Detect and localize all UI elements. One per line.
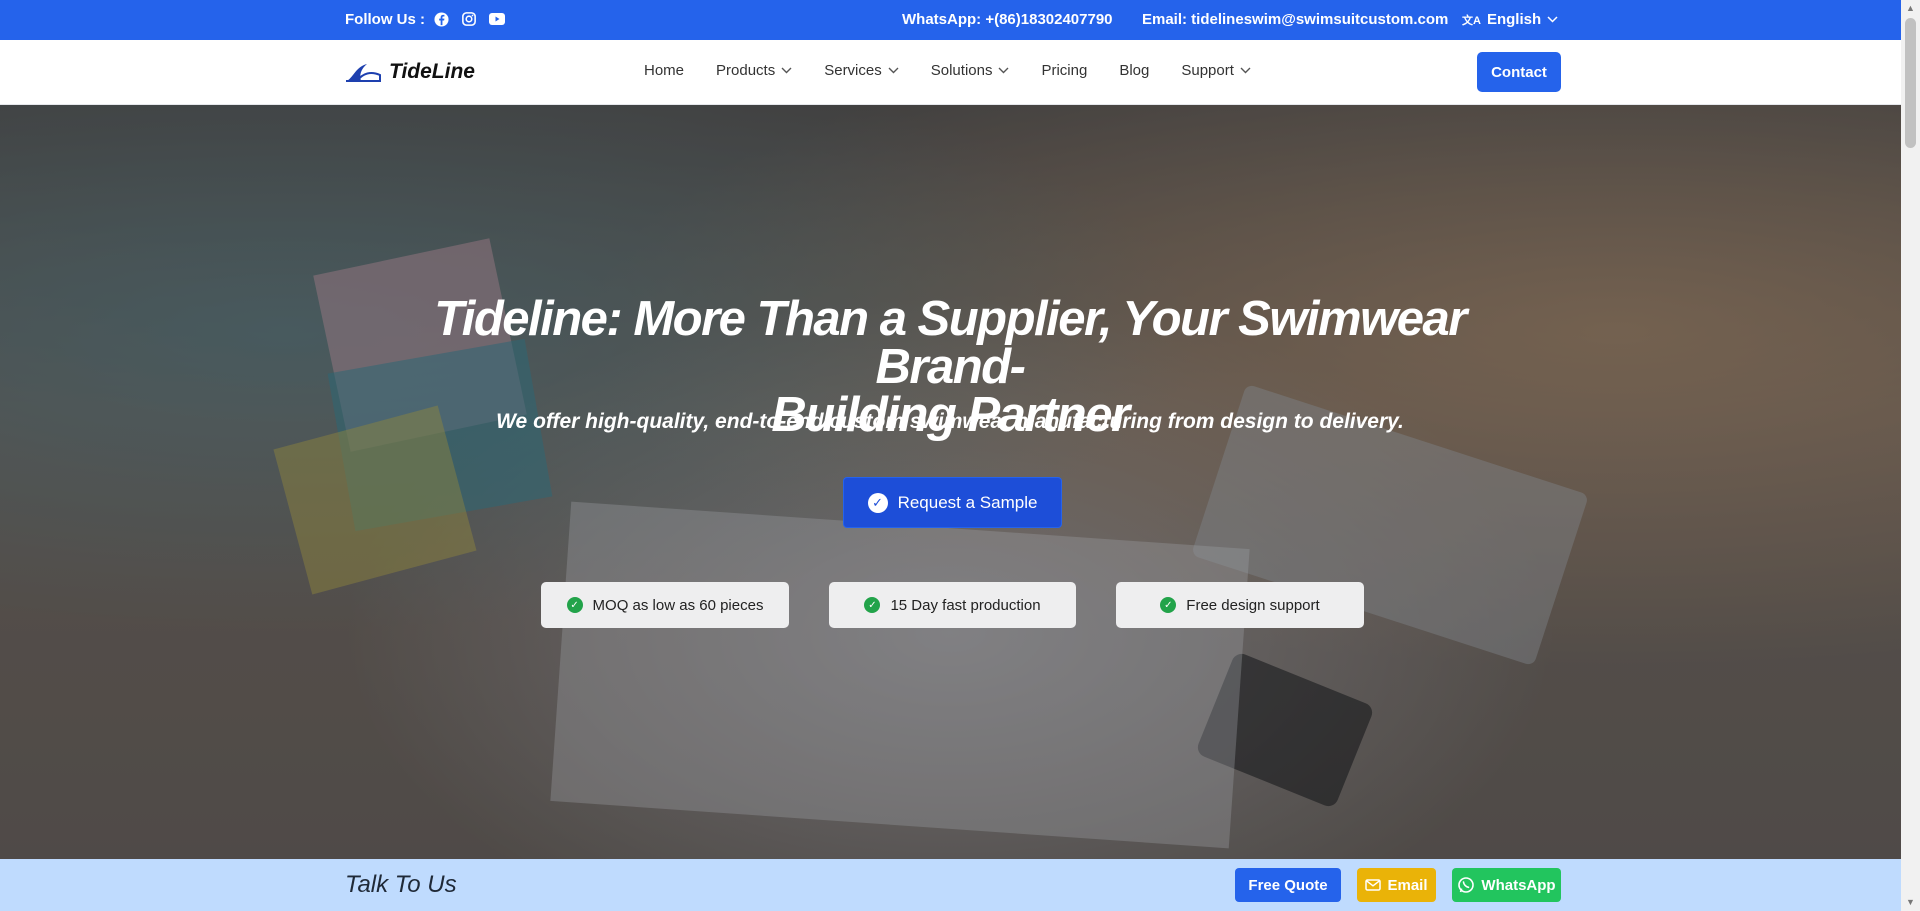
top-bar: Follow Us : WhatsApp: +(86)18302407790 E…: [0, 0, 1901, 40]
nav-label: Blog: [1119, 62, 1150, 79]
request-sample-button[interactable]: ✓ Request a Sample: [843, 477, 1062, 528]
nav-item-solutions[interactable]: Solutions: [931, 62, 1010, 79]
feature-badge-label: 15 Day fast production: [890, 596, 1041, 614]
nav-label: Solutions: [930, 62, 993, 79]
whatsapp-contact[interactable]: WhatsApp: +(86)18302407790: [902, 11, 1113, 28]
nav-label: Services: [824, 62, 882, 79]
chevron-down-icon: [888, 67, 899, 74]
wave-logo-icon: [346, 64, 381, 82]
language-label: English: [1486, 11, 1542, 28]
whatsapp-button[interactable]: WhatsApp: [1452, 868, 1561, 902]
talk-to-us-bar: Talk To Us Free Quote Email WhatsApp: [0, 859, 1901, 911]
email-button-label: Email: [1387, 876, 1428, 894]
email-button[interactable]: Email: [1357, 868, 1436, 902]
instagram-icon[interactable]: [461, 11, 477, 27]
check-circle-icon: ✓: [864, 597, 881, 613]
whatsapp-icon: [1458, 877, 1475, 893]
envelope-icon: [1365, 879, 1382, 891]
feature-badge: ✓ MOQ as low as 60 pieces: [541, 582, 789, 628]
nav-item-blog[interactable]: Blog: [1119, 62, 1149, 79]
facebook-icon[interactable]: [433, 11, 449, 27]
page-scrollbar[interactable]: ▲ ▼: [1901, 0, 1920, 911]
nav-item-support[interactable]: Support: [1181, 62, 1251, 79]
brand-logo[interactable]: TideLine: [345, 60, 475, 84]
translate-icon: 文A: [1462, 14, 1481, 27]
chevron-down-icon: [1240, 67, 1251, 74]
nav-label: Pricing: [1041, 62, 1088, 79]
feature-badge-label: MOQ as low as 60 pieces: [592, 596, 764, 614]
nav-item-services[interactable]: Services: [824, 62, 899, 79]
chevron-down-icon: [781, 67, 792, 74]
feature-badge-label: Free design support: [1186, 596, 1320, 614]
check-circle-icon: ✓: [566, 597, 583, 613]
hero-section: Tideline: More Than a Supplier, Your Swi…: [0, 105, 1901, 859]
chevron-down-icon: [1547, 16, 1558, 23]
free-quote-button[interactable]: Free Quote: [1235, 868, 1341, 902]
check-circle-icon: ✓: [1160, 597, 1177, 613]
nav-label: Home: [644, 62, 685, 79]
cta-label: Request a Sample: [897, 492, 1038, 512]
nav-menu: Home Products Services Solutions Pricing…: [644, 62, 1283, 79]
contact-button[interactable]: Contact: [1477, 52, 1561, 92]
scroll-up-arrow-icon[interactable]: ▲: [1906, 3, 1915, 13]
free-quote-label: Free Quote: [1248, 876, 1328, 894]
youtube-icon[interactable]: [489, 11, 505, 27]
nav-item-pricing[interactable]: Pricing: [1041, 62, 1087, 79]
feature-badge: ✓ Free design support: [1116, 582, 1364, 628]
nav-item-products[interactable]: Products: [716, 62, 792, 79]
brand-name: TideLine: [389, 60, 475, 83]
scroll-down-arrow-icon[interactable]: ▼: [1906, 897, 1915, 907]
email-contact[interactable]: Email: tidelineswim@swimsuitcustom.com: [1142, 11, 1448, 28]
language-selector[interactable]: 文A English: [1462, 11, 1558, 28]
nav-label: Support: [1181, 62, 1234, 79]
chevron-down-icon: [998, 67, 1009, 74]
talk-to-us-title: Talk To Us: [345, 871, 457, 898]
whatsapp-button-label: WhatsApp: [1481, 876, 1556, 894]
feature-badge: ✓ 15 Day fast production: [829, 582, 1076, 628]
hero-title-line: Tideline: More Than a Supplier, Your Swi…: [434, 292, 1467, 394]
nav-label: Products: [716, 62, 776, 79]
check-circle-icon: ✓: [867, 492, 888, 513]
nav-item-home[interactable]: Home: [644, 62, 684, 79]
hero-subtitle: We offer high-quality, end-to-end custom…: [496, 410, 1404, 433]
main-navigation: TideLine Home Products Services Solution…: [0, 40, 1901, 105]
follow-us-label: Follow Us :: [345, 11, 425, 28]
scrollbar-thumb[interactable]: [1905, 18, 1916, 148]
